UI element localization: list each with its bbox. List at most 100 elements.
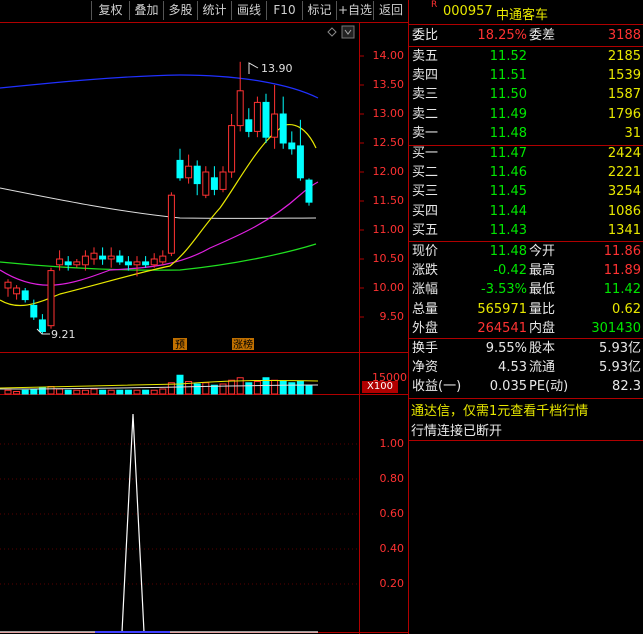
- asks-volume: 1587: [607, 87, 641, 103]
- volume-unit-badge: X100: [362, 381, 398, 393]
- stock-badge: R: [431, 0, 438, 10]
- weicha-label: 委差: [529, 28, 556, 43]
- asks-price: 11.48: [489, 125, 527, 141]
- volume-bar: [245, 382, 253, 395]
- volume-bar: [219, 383, 227, 395]
- y-tick-14-00: 14.00: [372, 49, 405, 62]
- candle-body: [30, 304, 38, 318]
- weibi-value: 18.25%: [477, 28, 527, 43]
- quote-value-2: 0.62: [612, 301, 641, 317]
- bids-row[interactable]: 买五 11.43 1341: [409, 221, 643, 241]
- bids-row[interactable]: 买一 11.47 2424: [409, 144, 643, 164]
- marker-preview[interactable]: 预: [175, 339, 185, 351]
- bids-price: 11.43: [489, 222, 527, 238]
- promo-notice[interactable]: 通达信，仅需1元查看千档行情: [411, 400, 643, 419]
- volume-bar: [288, 382, 296, 395]
- volume-bar: [279, 381, 287, 395]
- asks-row[interactable]: 卖五 11.52 2185: [409, 47, 643, 67]
- chart-settings-icon[interactable]: [327, 27, 337, 37]
- bids-row[interactable]: 买二 11.46 2221: [409, 163, 643, 183]
- indicator-line: [0, 413, 318, 633]
- candle-body: [99, 255, 107, 260]
- quote-row: 涨跌 -0.42 最高 11.89: [409, 261, 643, 281]
- candle-body: [296, 145, 304, 179]
- candle-body: [245, 119, 253, 132]
- volume-bar: [124, 389, 132, 395]
- ind-tick-0-20: 0.20: [379, 577, 405, 590]
- ind-tick-0-60: 0.60: [379, 507, 405, 520]
- candle-body: [81, 255, 89, 266]
- bids-volume: 2424: [607, 146, 641, 161]
- bids-label: 买二: [412, 165, 439, 181]
- asks-row[interactable]: 卖四 11.51 1539: [409, 66, 643, 86]
- volume-bar: [271, 379, 279, 395]
- asks-row[interactable]: 卖一 11.48 31: [409, 124, 643, 144]
- kline-high-label: 13.90: [261, 62, 293, 75]
- volume-bar: [81, 389, 89, 395]
- chart-minimize-icon[interactable]: [341, 25, 355, 39]
- bids-label: 买一: [412, 146, 439, 161]
- stock-name: 中通客车: [496, 8, 549, 23]
- y-tick-9-50: 9.50: [379, 310, 405, 323]
- candle-body: [236, 90, 244, 127]
- quote-row: 涨幅 -3.53% 最低 11.42: [409, 280, 643, 300]
- quote-value-2: 11.89: [603, 263, 641, 279]
- quote-label-2: 今开: [529, 244, 556, 259]
- candle-body: [288, 142, 296, 150]
- y-tick-12-50: 12.50: [372, 136, 405, 149]
- candle-body: [142, 261, 150, 266]
- volume-bar: [90, 388, 98, 395]
- asks-volume: 2185: [607, 49, 641, 64]
- y-tick-13-00: 13.00: [372, 107, 405, 120]
- volume-bar: [228, 379, 236, 395]
- volume-bar: [176, 374, 184, 395]
- chart-area[interactable]: 13.90 9.21 预 涨榜: [0, 0, 409, 634]
- candle-body: [133, 261, 141, 266]
- bids-price: 11.44: [489, 203, 527, 219]
- stats-label: 收益(一): [412, 379, 462, 395]
- quote-value-2: 301430: [591, 320, 641, 336]
- asks-label: 卖二: [412, 106, 439, 122]
- y-tick-11-50: 11.50: [372, 194, 405, 207]
- volume-bar: [150, 389, 158, 395]
- asks-price: 11.50: [489, 87, 527, 103]
- volume-bar: [4, 389, 12, 395]
- ma-white-line: [0, 187, 317, 219]
- quote-label-2: 最高: [529, 263, 556, 279]
- quote-label: 涨跌: [412, 263, 439, 279]
- asks-price: 11.49: [489, 106, 527, 122]
- bids-volume: 2221: [607, 165, 641, 181]
- volume-bar: [116, 389, 124, 395]
- ind-tick-0-80: 0.80: [379, 472, 405, 485]
- y-tick-10-00: 10.00: [372, 281, 405, 294]
- stats-value-2: 82.3: [612, 379, 641, 395]
- volume-bar: [296, 381, 304, 395]
- y-tick-10-50: 10.50: [372, 252, 405, 265]
- stats-value-2: 5.93亿: [599, 341, 641, 356]
- volume-bar: [13, 391, 21, 395]
- stats-label: 换手: [412, 341, 439, 356]
- candle-body: [90, 252, 98, 260]
- volume-bar: [253, 381, 261, 395]
- stock-header: R 000957 中通客车: [409, 0, 643, 24]
- volume-bar: [99, 389, 107, 395]
- candle-body: [159, 255, 167, 263]
- bids-row[interactable]: 买四 11.44 1086: [409, 202, 643, 222]
- bids-volume: 1341: [607, 222, 641, 238]
- candle-body: [107, 255, 115, 260]
- candle-body: [38, 319, 46, 332]
- candle-body: [185, 165, 193, 179]
- quote-label: 总量: [412, 301, 439, 317]
- volume-bar: [56, 388, 64, 395]
- asks-row[interactable]: 卖三 11.50 1587: [409, 85, 643, 105]
- bids-price: 11.47: [489, 146, 527, 161]
- volume-bar: [142, 389, 150, 395]
- asks-volume: 31: [624, 125, 641, 141]
- candle-body: [21, 290, 29, 301]
- candle-body: [13, 287, 21, 295]
- volume-bar: [202, 382, 210, 395]
- asks-row[interactable]: 卖二 11.49 1796: [409, 105, 643, 125]
- bids-row[interactable]: 买三 11.45 3254: [409, 182, 643, 202]
- asks-price: 11.52: [489, 49, 527, 64]
- marker-limit-up-list[interactable]: 涨榜: [233, 338, 253, 351]
